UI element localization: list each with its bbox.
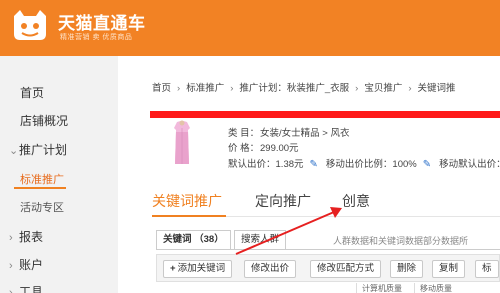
column-mobile-quality[interactable]: 移动质量 [420, 283, 452, 293]
sidebar-item-label: 活动专区 [20, 202, 64, 214]
product-price: 价 格：299.00元 [228, 140, 299, 154]
mobile-ratio-value: 100% [392, 159, 417, 170]
redaction-bar [150, 111, 500, 118]
sidebar-item-label: 工具 [19, 285, 44, 293]
breadcrumb-separator: › [230, 83, 234, 94]
chevron-right-icon: › [9, 232, 13, 244]
sidebar: 首页 店铺概况 ⌄推广计划 标准推广 活动专区 › 报表 › 账户 › 工具 [0, 56, 118, 293]
data-notice: 人群数据和关键词数据部分数据所 [333, 236, 469, 246]
modify-match-label: 修改匹配方式 [317, 263, 375, 274]
sidebar-item-label: 标准推广 [20, 174, 64, 186]
plus-icon: + [170, 263, 176, 274]
active-tab-underline [152, 215, 226, 217]
keyword-toolbar: + 添加关键词 修改出价 修改匹配方式 删除 复制 标 [156, 254, 500, 282]
chevron-right-icon: › [9, 260, 13, 272]
bid-settings: 默认出价：1.38元 ✎ 移动出价比例：100% ✎ 移动默认出价： [228, 156, 500, 170]
column-divider [356, 283, 357, 293]
default-bid-value: 1.38元 [275, 159, 304, 170]
more-button[interactable]: 标 [475, 260, 499, 278]
delete-label: 删除 [397, 263, 417, 274]
column-divider [414, 283, 415, 293]
category-label: 类 目： [228, 128, 260, 139]
breadcrumb-home[interactable]: 首页 [152, 80, 171, 94]
sidebar-item-label: 报表 [19, 230, 44, 244]
sidebar-item-promotion-plan[interactable]: ⌄推广计划 [9, 141, 67, 158]
category-value: 女装/女士精品 > 风衣 [260, 128, 350, 139]
breadcrumb-separator: › [177, 83, 181, 94]
add-keyword-button[interactable]: + 添加关键词 [163, 260, 233, 278]
tmall-cat-logo-icon [8, 4, 52, 46]
chevron-down-icon: ⌄ [9, 145, 19, 157]
sidebar-item-tools[interactable]: › 工具 [9, 283, 43, 293]
edit-mobile-ratio-icon[interactable]: ✎ [423, 159, 431, 170]
copy-label: 复制 [439, 263, 459, 274]
modify-bid-label: 修改出价 [251, 263, 290, 274]
mobile-default-bid-label: 移动默认出价： [439, 159, 500, 170]
column-pc-quality[interactable]: 计算机质量 [362, 283, 402, 293]
more-label: 标 [482, 263, 492, 274]
active-indicator [14, 187, 66, 189]
sidebar-item-label: 店铺概况 [20, 114, 69, 128]
breadcrumb-separator: › [408, 83, 412, 94]
sidebar-item-home[interactable]: 首页 [20, 84, 44, 101]
sidebar-item-store-overview[interactable]: 店铺概况 [20, 112, 68, 129]
edit-default-bid-icon[interactable]: ✎ [310, 159, 318, 170]
breadcrumb-plan[interactable]: 推广计划：秋装推广_衣服 [239, 80, 349, 94]
sidebar-item-label: 推广计划 [19, 143, 68, 157]
sidebar-item-reports[interactable]: › 报表 [9, 228, 43, 245]
subtab-keywords[interactable]: 关键词 （38） [156, 230, 231, 250]
breadcrumb: 首页 › 标准推广 › 推广计划：秋装推广_衣服 › 宝贝推广 › 关键词推 [152, 80, 456, 94]
price-value: 299.00元 [260, 143, 299, 154]
subtab-search-audience[interactable]: 搜索人群 [234, 230, 287, 250]
breadcrumb-standard-promotion[interactable]: 标准推广 [186, 80, 224, 94]
modify-match-button[interactable]: 修改匹配方式 [310, 260, 382, 278]
breadcrumb-item-promotion[interactable]: 宝贝推广 [364, 80, 402, 94]
default-bid-label: 默认出价： [228, 159, 276, 170]
brand-logo[interactable]: 天猫直通车 精准营销 卖 优质商品 [8, 4, 158, 50]
keyword-grid-header: 计算机质量 移动质量 [156, 283, 500, 293]
sidebar-item-label: 首页 [20, 86, 45, 100]
tab-keyword-promotion[interactable]: 关键词推广 [152, 191, 222, 211]
chevron-right-icon: › [9, 287, 13, 293]
subtab-divider [156, 249, 500, 250]
sidebar-item-account[interactable]: › 账户 [9, 256, 43, 273]
copy-button[interactable]: 复制 [432, 260, 466, 278]
mobile-ratio-label: 移动出价比例： [325, 159, 393, 170]
tab-creative[interactable]: 创意 [342, 191, 370, 211]
price-label: 价 格： [228, 143, 260, 154]
tab-divider [226, 216, 500, 217]
brand-name: 天猫直通车 [58, 14, 146, 34]
main-content: 首页 › 标准推广 › 推广计划：秋装推广_衣服 › 宝贝推广 › 关键词推 类 目：女装/女士… [118, 56, 500, 293]
add-keyword-label: 添加关键词 [177, 263, 226, 274]
sidebar-item-label: 账户 [19, 258, 44, 272]
product-category: 类 目：女装/女士精品 > 风衣 [228, 125, 349, 139]
product-thumbnail[interactable] [162, 118, 202, 168]
delete-button[interactable]: 删除 [390, 260, 424, 278]
sidebar-item-standard-promotion[interactable]: 标准推广 [20, 171, 64, 187]
top-header: 天猫直通车 精准营销 卖 优质商品 [0, 0, 500, 56]
brand-slogan: 精准营销 卖 优质商品 [60, 34, 133, 41]
sidebar-item-activity-zone[interactable]: 活动专区 [20, 199, 64, 215]
tab-targeted-promotion[interactable]: 定向推广 [255, 191, 311, 211]
breadcrumb-keyword-promotion: 关键词推 [417, 83, 456, 94]
modify-bid-button[interactable]: 修改出价 [244, 260, 297, 278]
breadcrumb-separator: › [355, 83, 359, 94]
